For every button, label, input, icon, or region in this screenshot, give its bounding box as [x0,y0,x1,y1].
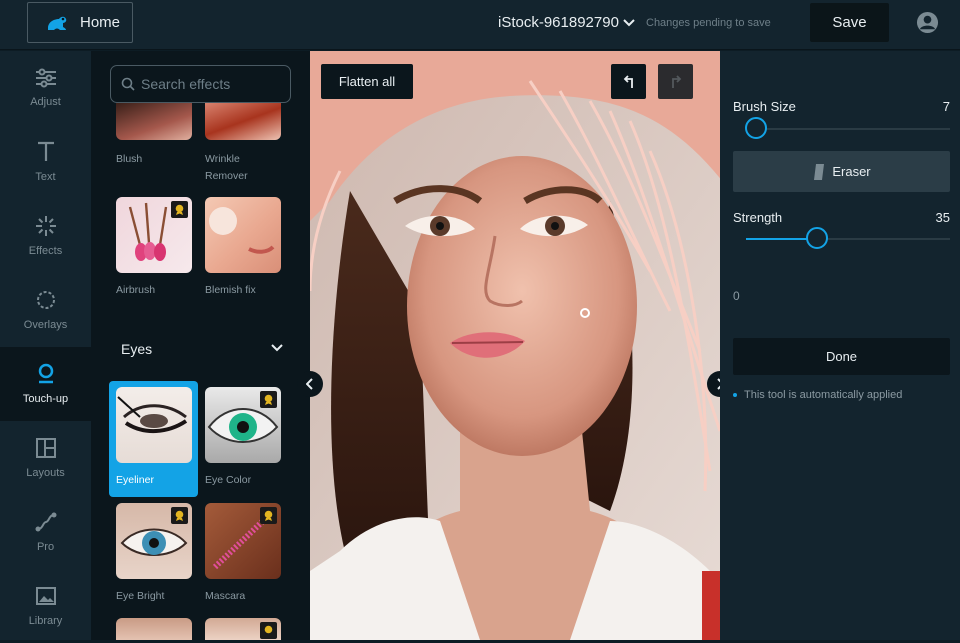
mascara-tile[interactable] [205,503,281,579]
search-icon [121,77,135,91]
nav-layouts[interactable]: Layouts [0,421,91,495]
tool-settings-panel: Brush Size 7 Eraser Strength 35 0 Done T… [720,51,960,640]
undo-button[interactable] [611,64,646,99]
sliders-icon [35,68,56,88]
eyeliner-tile[interactable] [116,387,192,463]
nav-touchup-label: Touch-up [22,393,69,405]
nav-overlays-label: Overlays [23,319,68,331]
partial-tile[interactable] [116,618,192,640]
premium-badge-icon [171,201,188,218]
eye-illustration [117,396,188,434]
touchup-icon [38,363,53,384]
brush-size-knob[interactable] [745,117,768,139]
blush-tile[interactable] [116,103,192,140]
nav-effects-label: Effects [28,245,63,257]
redo-button[interactable] [658,64,693,99]
nav-pro[interactable]: Pro [0,495,91,569]
eye-bright-label: Eye Bright [116,590,165,602]
nav-library-label: Library [28,615,63,627]
search-placeholder: Search effects [141,76,231,92]
eye-color-tile[interactable] [205,387,281,463]
eye-bright-tile[interactable] [116,503,192,579]
chevron-left-icon [306,378,313,390]
top-bar: Home iStock-961892790 Changes pending to… [0,0,960,50]
nav-layouts-label: Layouts [26,467,65,479]
nav-text[interactable]: Text [0,125,91,199]
strength-label: Strength [733,210,783,225]
eraser-icon [814,163,825,180]
file-title[interactable]: iStock-961892790 [498,14,635,31]
pro-icon [35,512,56,532]
wrinkle-remover-label: Wrinkle Remover [205,153,248,182]
overlay-icon [36,291,55,309]
secondary-value: 0 [733,289,740,303]
eyeliner-label: Eyeliner [116,474,154,486]
mascara-label: Mascara [205,590,246,602]
nav-pro-label: Pro [36,541,55,553]
redo-icon [671,74,681,88]
bullet-icon [733,393,737,397]
frog-logo-icon [48,16,67,30]
eraser-label: Eraser [832,164,871,179]
strength-knob[interactable] [806,227,829,249]
portrait-photo [310,51,720,640]
image-icon [35,587,56,605]
layout-icon [35,438,56,458]
nav-text-label: Text [35,171,56,183]
wrinkle-remover-tile[interactable] [205,103,281,140]
blemish-fix-label: Blemish fix [205,284,256,296]
blush-label: Blush [116,153,143,165]
nav-overlays[interactable]: Overlays [0,273,91,347]
eye-color-label: Eye Color [205,474,252,486]
auto-apply-text: This tool is automatically applied [744,389,903,401]
chevron-down-icon[interactable] [271,344,283,352]
auto-apply-note: This tool is automatically applied [733,389,902,401]
face-illustration [209,207,275,254]
airbrush-tile[interactable] [116,197,192,273]
chevron-down-icon [623,18,635,26]
save-button[interactable]: Save [810,3,889,42]
nav-adjust[interactable]: Adjust [0,51,91,125]
premium-badge-icon [260,507,277,524]
partial-tile[interactable] [205,618,281,640]
brush-size-value: 7 [942,99,950,114]
section-eyes-title: Eyes [121,341,153,357]
nav-effects[interactable]: Effects [0,199,91,273]
left-nav: Adjust Text Effects Overlays Touch-up La… [0,51,91,640]
undo-icon [623,74,633,88]
brush-size-label: Brush Size [733,99,796,114]
nav-library[interactable]: Library [0,569,91,643]
eraser-button[interactable]: Eraser [733,151,950,192]
pending-status: Changes pending to save [646,17,771,29]
home-button[interactable]: Home [27,2,133,43]
text-icon [37,141,54,161]
nav-adjust-label: Adjust [30,96,61,108]
home-label: Home [80,14,121,31]
strength-value: 35 [935,210,950,225]
photo-canvas[interactable]: Flatten all [310,51,720,640]
done-button[interactable]: Done [733,338,950,375]
search-input[interactable]: Search effects [110,65,291,103]
brush-size-slider[interactable] [746,128,950,130]
effects-panel: Search effects Blush Wrinkle Remover Air… [91,51,310,640]
premium-badge-icon [260,622,277,639]
flatten-all-button[interactable]: Flatten all [321,64,413,99]
profile-icon[interactable] [916,11,939,34]
blemish-fix-tile[interactable] [205,197,281,273]
sparkle-icon [35,216,56,236]
nav-touchup[interactable]: Touch-up [0,347,91,421]
airbrush-label: Airbrush [116,284,156,296]
premium-badge-icon [260,391,277,408]
file-title-text: iStock-961892790 [498,14,619,31]
premium-badge-icon [171,507,188,524]
collapse-left-button[interactable] [297,371,323,397]
